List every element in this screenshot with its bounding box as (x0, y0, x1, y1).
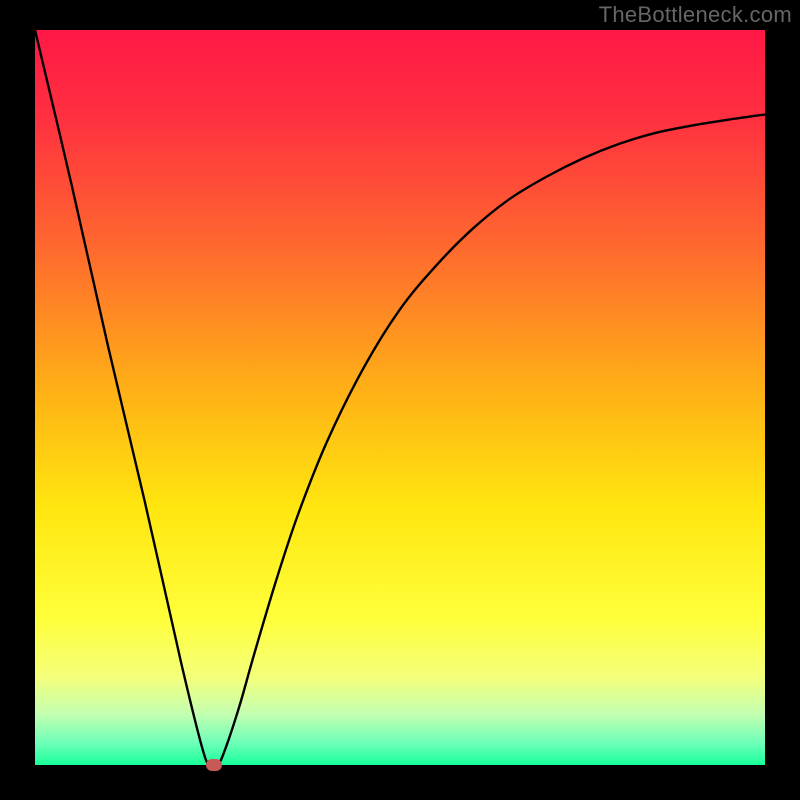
plot-area (35, 30, 765, 765)
minimum-marker (206, 759, 222, 771)
watermark-text: TheBottleneck.com (599, 2, 792, 28)
bottleneck-curve (35, 30, 765, 765)
chart-frame: TheBottleneck.com (0, 0, 800, 800)
